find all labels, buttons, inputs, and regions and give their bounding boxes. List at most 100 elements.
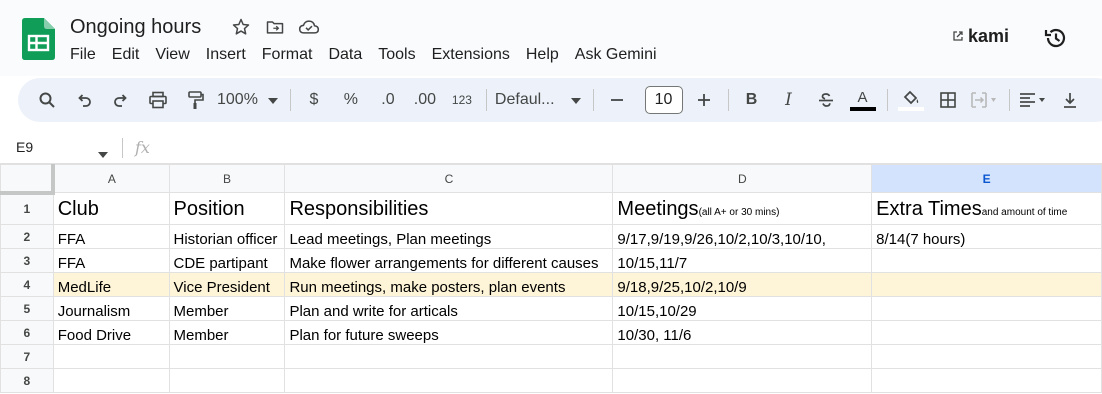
function-icon: fx xyxy=(135,138,150,157)
cell-c8[interactable] xyxy=(284,368,614,393)
vertical-align-icon[interactable] xyxy=(1055,85,1085,115)
cell-d6[interactable]: 10/30, 11/6 xyxy=(612,320,873,345)
cell-b2[interactable]: Historian officer xyxy=(168,224,286,249)
cell-d3[interactable]: 10/15,11/7 xyxy=(612,248,873,273)
move-folder-icon[interactable] xyxy=(264,16,286,38)
percent-format-button[interactable]: % xyxy=(336,85,366,115)
column-header-a[interactable]: A xyxy=(52,164,170,193)
search-menus-icon[interactable] xyxy=(32,85,62,115)
menu-file[interactable]: File xyxy=(62,44,104,66)
cell-b1[interactable]: Position xyxy=(168,192,286,225)
column-header-c[interactable]: C xyxy=(284,164,614,193)
menu-data[interactable]: Data xyxy=(320,44,370,66)
cell-b4[interactable]: Vice President xyxy=(168,272,286,297)
cell-a1[interactable]: Club xyxy=(52,192,170,225)
column-header-e[interactable]: E xyxy=(871,164,1102,193)
menu-insert[interactable]: Insert xyxy=(198,44,254,66)
text-color-button[interactable]: A xyxy=(848,85,878,115)
cell-e3[interactable] xyxy=(871,248,1102,273)
sheets-logo-icon[interactable] xyxy=(22,18,55,60)
cell-e2[interactable]: 8/14(7 hours) xyxy=(871,224,1102,249)
formula-bar: E9 fx xyxy=(0,132,1102,164)
column-header-d[interactable]: D xyxy=(612,164,873,193)
bold-button[interactable]: B xyxy=(737,85,767,115)
cell-d5[interactable]: 10/15,10/29 xyxy=(612,296,873,321)
cell-e7[interactable] xyxy=(871,344,1102,369)
cell-d1[interactable]: Meetings(all A+ or 30 mins) xyxy=(612,192,873,225)
print-icon[interactable] xyxy=(143,85,173,115)
cell-e8[interactable] xyxy=(871,368,1102,393)
cell-e1[interactable]: Extra Timesand amount of time xyxy=(871,192,1102,225)
font-family-select[interactable]: Defaul... xyxy=(495,91,581,109)
name-box[interactable]: E9 xyxy=(16,139,33,155)
star-icon[interactable] xyxy=(230,16,252,38)
row-header[interactable]: 2 xyxy=(0,224,54,249)
row-header[interactable]: 8 xyxy=(0,368,54,393)
cloud-saved-icon[interactable] xyxy=(298,16,320,38)
column-header-b[interactable]: B xyxy=(168,164,286,193)
horizontal-align-icon[interactable] xyxy=(1018,85,1048,115)
redo-icon[interactable] xyxy=(106,85,136,115)
paint-format-icon[interactable] xyxy=(180,85,210,115)
cell-b5[interactable]: Member xyxy=(168,296,286,321)
borders-icon[interactable] xyxy=(933,85,963,115)
more-formats-button[interactable]: 123 xyxy=(447,85,477,115)
cell-e5[interactable] xyxy=(871,296,1102,321)
menu-extensions[interactable]: Extensions xyxy=(424,44,518,66)
zoom-select[interactable]: 100% xyxy=(217,91,278,109)
row-header[interactable]: 1 xyxy=(0,192,54,225)
cell-c7[interactable] xyxy=(284,344,614,369)
increase-decimal-button[interactable]: .00 xyxy=(410,85,440,115)
cell-a8[interactable] xyxy=(52,368,170,393)
decrease-font-size-icon[interactable] xyxy=(602,85,632,115)
cell-b8[interactable] xyxy=(168,368,286,393)
cell-a5[interactable]: Journalism xyxy=(52,296,170,321)
cell-a4[interactable]: MedLife xyxy=(52,272,170,297)
italic-button[interactable]: I xyxy=(774,85,804,115)
version-history-icon[interactable] xyxy=(1042,24,1070,52)
merge-cells-icon[interactable] xyxy=(970,85,1000,115)
undo-icon[interactable] xyxy=(69,85,99,115)
cell-a6[interactable]: Food Drive xyxy=(52,320,170,345)
currency-format-button[interactable]: $ xyxy=(299,85,329,115)
select-all-corner[interactable] xyxy=(0,164,56,195)
strikethrough-icon[interactable] xyxy=(811,85,841,115)
cell-b6[interactable]: Member xyxy=(168,320,286,345)
cell-c4[interactable]: Run meetings, make posters, plan events xyxy=(284,272,614,297)
cell-c2[interactable]: Lead meetings, Plan meetings xyxy=(284,224,614,249)
cell-d7[interactable] xyxy=(612,344,873,369)
cell-b7[interactable] xyxy=(168,344,286,369)
row-header[interactable]: 5 xyxy=(0,296,54,321)
cell-d8[interactable] xyxy=(612,368,873,393)
cell-b3[interactable]: CDE partipant xyxy=(168,248,286,273)
external-link-icon xyxy=(952,26,964,47)
row-header[interactable]: 4 xyxy=(0,272,54,297)
cell-d2[interactable]: 9/17,9/19,9/26,10/2,10/3,10/10, xyxy=(612,224,873,249)
cell-e4[interactable] xyxy=(871,272,1102,297)
cell-c1[interactable]: Responsibilities xyxy=(284,192,614,225)
cell-e6[interactable] xyxy=(871,320,1102,345)
menu-edit[interactable]: Edit xyxy=(104,44,148,66)
font-size-input[interactable]: 10 xyxy=(644,86,683,114)
row-header[interactable]: 7 xyxy=(0,344,54,369)
document-title[interactable]: Ongoing hours xyxy=(70,16,201,39)
cell-a3[interactable]: FFA xyxy=(52,248,170,273)
cell-a7[interactable] xyxy=(52,344,170,369)
row-header[interactable]: 3 xyxy=(0,248,54,273)
increase-font-size-icon[interactable] xyxy=(689,85,719,115)
cell-c6[interactable]: Plan for future sweeps xyxy=(284,320,614,345)
cell-c5[interactable]: Plan and write for articals xyxy=(284,296,614,321)
cell-c3[interactable]: Make flower arrangements for different c… xyxy=(284,248,614,273)
kami-extension-button[interactable]: kami xyxy=(952,26,1009,47)
menu-tools[interactable]: Tools xyxy=(370,44,423,66)
caret-down-icon[interactable] xyxy=(98,145,108,163)
fill-color-icon[interactable] xyxy=(896,85,926,115)
cell-d4[interactable]: 9/18,9/25,10/2,10/9 xyxy=(612,272,873,297)
menu-format[interactable]: Format xyxy=(254,44,321,66)
menu-view[interactable]: View xyxy=(147,44,197,66)
menu-ask-gemini[interactable]: Ask Gemini xyxy=(567,44,665,66)
row-header[interactable]: 6 xyxy=(0,320,54,345)
decrease-decimal-button[interactable]: .0 xyxy=(373,85,403,115)
cell-a2[interactable]: FFA xyxy=(52,224,170,249)
menu-help[interactable]: Help xyxy=(518,44,567,66)
